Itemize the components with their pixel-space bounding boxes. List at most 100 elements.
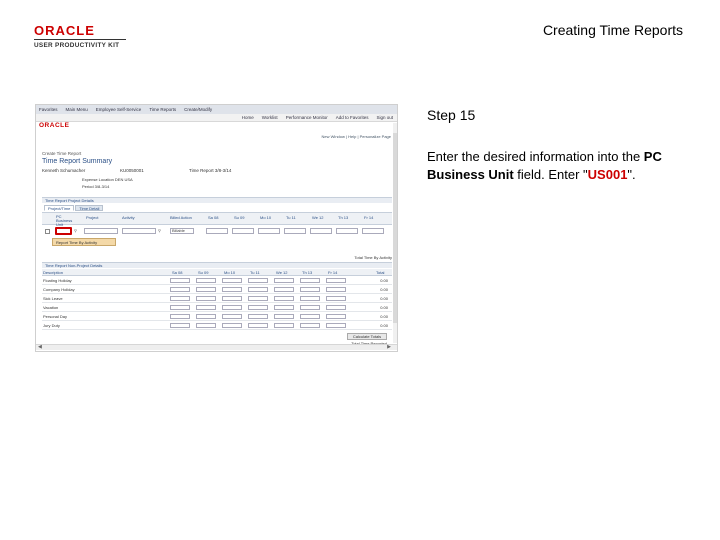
hours-field[interactable] <box>196 287 216 292</box>
scroll-left-icon[interactable]: ◀ <box>38 344 42 350</box>
hours-field[interactable] <box>274 296 294 301</box>
report-period: Period 3/8-3/14 <box>82 184 110 189</box>
hours-field[interactable] <box>170 296 190 301</box>
hours-field[interactable] <box>170 314 190 319</box>
menu-item[interactable]: Main Menu <box>66 107 88 112</box>
tab-time-detail[interactable]: Time Detail <box>75 205 104 211</box>
total-time-by-activity-link[interactable]: Total Time By Activity <box>354 255 392 260</box>
lookup-icon[interactable]: ⚲ <box>158 228 161 233</box>
hours-field[interactable] <box>326 278 346 283</box>
hours-field[interactable] <box>222 314 242 319</box>
logo-word: ORACLE <box>34 23 95 38</box>
project-details-header[interactable]: Time Report Project Details <box>42 197 392 203</box>
column-header: We 12 <box>312 215 324 220</box>
hours-field[interactable] <box>222 323 242 328</box>
hours-field[interactable] <box>310 228 332 234</box>
scroll-thumb[interactable] <box>393 133 397 323</box>
nav-link[interactable]: Add to Favorites <box>336 115 369 120</box>
hours-field[interactable] <box>248 296 268 301</box>
column-header: Th 13 <box>302 270 313 275</box>
hours-field[interactable] <box>300 314 320 319</box>
hours-field[interactable] <box>274 323 294 328</box>
hours-field[interactable] <box>326 305 346 310</box>
hours-field[interactable] <box>300 278 320 283</box>
hours-field[interactable] <box>274 278 294 283</box>
column-header: Th 13 <box>338 215 349 220</box>
step-label: Step 15 <box>427 107 476 123</box>
nav-link[interactable]: Sign out <box>376 115 393 120</box>
hours-field[interactable] <box>248 278 268 283</box>
hours-field[interactable] <box>196 296 216 301</box>
hours-field[interactable] <box>274 314 294 319</box>
menu-item[interactable]: Time Reports <box>149 107 176 112</box>
row-total: 0.00 <box>380 305 388 310</box>
hours-field[interactable] <box>170 278 190 283</box>
hours-field[interactable] <box>300 296 320 301</box>
project-field[interactable] <box>84 228 118 234</box>
hours-field[interactable] <box>300 287 320 292</box>
hours-field[interactable] <box>206 228 228 234</box>
menu-item[interactable]: Create/Modify <box>184 107 212 112</box>
hours-field[interactable] <box>326 287 346 292</box>
horizontal-scrollbar[interactable]: ◀ ▶ <box>36 344 397 350</box>
non-project-row: Sick Leave 0.00 <box>42 295 392 303</box>
menu-item[interactable]: Favorites <box>39 107 58 112</box>
hours-field[interactable] <box>326 296 346 301</box>
nav-link[interactable]: Performance Monitor <box>286 115 328 120</box>
report-name: Time Report 3/8-3/14 <box>189 168 232 173</box>
oracle-upk-logo: ORACLE USER PRODUCTIVITY KIT <box>34 24 126 50</box>
hours-field[interactable] <box>222 305 242 310</box>
hours-field[interactable] <box>300 323 320 328</box>
hours-field[interactable] <box>274 305 294 310</box>
hours-field[interactable] <box>222 296 242 301</box>
hours-field[interactable] <box>248 323 268 328</box>
hours-field[interactable] <box>170 305 190 310</box>
logo-subtitle: USER PRODUCTIVITY KIT <box>34 39 126 50</box>
hours-field[interactable] <box>258 228 280 234</box>
hours-field[interactable] <box>196 278 216 283</box>
utility-links[interactable]: New Window | Help | Personalize Page <box>322 134 391 139</box>
row-select-checkbox[interactable] <box>45 229 50 234</box>
hours-field[interactable] <box>362 228 384 234</box>
menu-item[interactable]: Employee Self-Service <box>96 107 142 112</box>
activity-field[interactable] <box>122 228 156 234</box>
non-project-details-header[interactable]: Time Report Non-Project Details <box>42 262 392 268</box>
column-header: Mo 10 <box>260 215 272 220</box>
hours-field[interactable] <box>248 305 268 310</box>
hours-field[interactable] <box>196 305 216 310</box>
vertical-scrollbar[interactable] <box>393 123 397 343</box>
hours-field[interactable] <box>326 314 346 319</box>
column-header: Project <box>86 215 99 220</box>
report-time-by-activity-button[interactable]: Report Time By Activity <box>52 238 116 246</box>
hours-field[interactable] <box>196 323 216 328</box>
hours-field[interactable] <box>222 278 242 283</box>
hours-field[interactable] <box>196 314 216 319</box>
row-total: 0.00 <box>380 323 388 328</box>
lookup-icon[interactable]: ⚲ <box>74 228 77 233</box>
hours-field[interactable] <box>336 228 358 234</box>
nav-link[interactable]: Home <box>242 115 254 120</box>
hours-field[interactable] <box>284 228 306 234</box>
hours-field[interactable] <box>170 323 190 328</box>
hours-field[interactable] <box>300 305 320 310</box>
hours-field[interactable] <box>274 287 294 292</box>
row-total: 0.00 <box>380 278 388 283</box>
column-header: Sa 08 <box>172 270 183 275</box>
hours-field[interactable] <box>248 314 268 319</box>
billed-action-select[interactable]: Billable <box>170 228 194 234</box>
scroll-right-icon[interactable]: ▶ <box>387 344 391 350</box>
hours-field[interactable] <box>326 323 346 328</box>
hours-field[interactable] <box>170 287 190 292</box>
tab-project-time[interactable]: Project/Time <box>44 205 75 211</box>
calculate-totals-button[interactable]: Calculate Totals <box>347 333 387 340</box>
hours-field[interactable] <box>248 287 268 292</box>
column-header: Description <box>43 270 64 275</box>
hours-field[interactable] <box>222 287 242 292</box>
project-grid-header: PC Business Unit Project Activity Billed… <box>42 212 392 227</box>
non-project-row: Company Holiday 0.00 <box>42 286 392 294</box>
pc-business-unit-field[interactable] <box>55 227 72 235</box>
hours-field[interactable] <box>232 228 254 234</box>
nav-link[interactable]: Worklist <box>262 115 278 120</box>
project-entry-row: ⚲ ⚲ Billable <box>42 227 392 237</box>
row-label: Company Holiday <box>43 287 75 292</box>
